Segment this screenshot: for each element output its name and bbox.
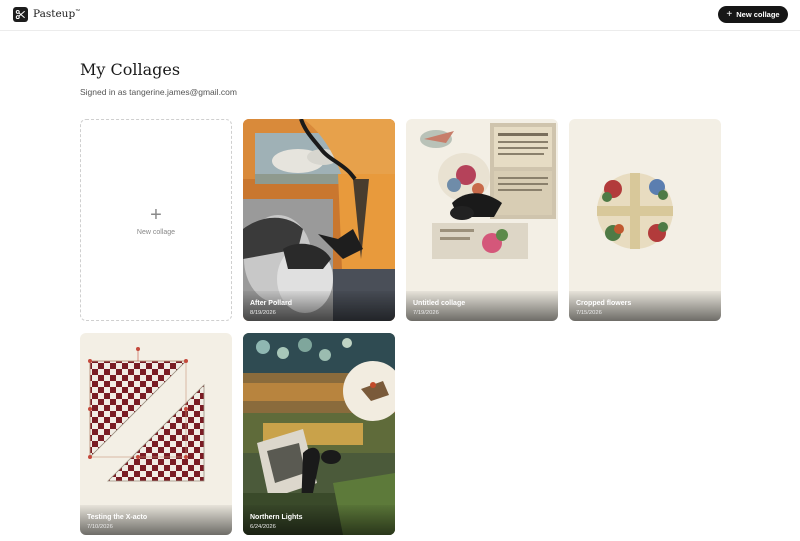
collage-card[interactable]: Untitled collage 7/19/2026 (406, 119, 558, 321)
plus-icon: + (150, 203, 162, 226)
top-bar: Pasteup™ + New collage (0, 0, 800, 31)
collage-date: 8/19/2026 (250, 310, 276, 316)
page-title: My Collages (80, 60, 181, 79)
new-collage-button[interactable]: + New collage (718, 6, 788, 23)
collage-title: Northern Lights (250, 514, 303, 521)
collage-card[interactable]: After Pollard 8/19/2026 (243, 119, 395, 321)
collage-title: After Pollard (250, 300, 293, 307)
collage-title: Untitled collage (413, 300, 466, 307)
collage-date: 7/15/2026 (576, 310, 602, 316)
collage-title: Testing the X-acto (87, 514, 148, 521)
collage-title: Cropped flowers (576, 300, 632, 307)
scissors-icon[interactable] (13, 7, 28, 22)
collage-date: 7/10/2026 (87, 524, 113, 530)
collage-card[interactable]: Northern Lights 6/24/2026 (243, 333, 395, 535)
collage-card[interactable]: Testing the X-acto 7/10/2026 (80, 333, 232, 535)
collage-date: 6/24/2026 (250, 524, 276, 530)
signed-in-text: Signed in as tangerine.james@gmail.com (80, 87, 237, 97)
collage-date: 7/19/2026 (413, 310, 439, 316)
app-name[interactable]: Pasteup™ (33, 8, 80, 20)
collage-card[interactable]: Cropped flowers 7/15/2026 (569, 119, 721, 321)
plus-icon: + (726, 8, 733, 20)
new-collage-card[interactable]: + New collage (80, 119, 232, 321)
